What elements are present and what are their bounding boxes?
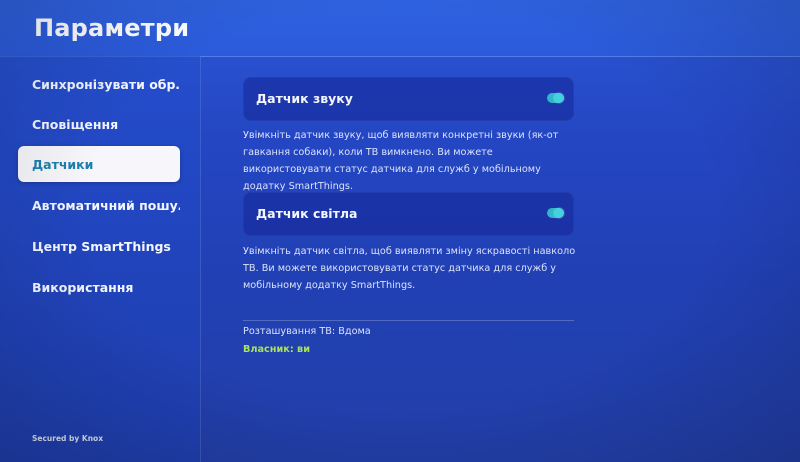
tv-location-text: Розташування ТВ: Вдома [243, 326, 371, 337]
knox-security-label: Secured by Knox [32, 434, 104, 443]
page-title: Параметри [34, 14, 190, 42]
sound-sensor-description: Увімкніть датчик звуку, щоб виявляти кон… [243, 130, 559, 192]
main-content: Датчик звуку Увімкніть датчик звуку, щоб… [200, 56, 800, 462]
light-sensor-toggle[interactable] [547, 208, 564, 218]
sidebar-item-auto-search[interactable]: Автоматичний пошу… [18, 187, 180, 223]
sound-sensor-label: Датчик звуку [256, 91, 353, 106]
section-divider [243, 320, 574, 321]
sidebar-item-sync[interactable]: Синхронізувати обр… [18, 66, 180, 102]
sound-sensor-setting[interactable]: Датчик звуку [243, 77, 574, 121]
sidebar-item-notifications[interactable]: Сповіщення [18, 106, 180, 142]
toggle-switch-on-icon [554, 93, 564, 103]
top-header: Параметри [0, 0, 800, 57]
owner-text: Власник: ви [243, 344, 310, 355]
sidebar-item-sensors[interactable]: Датчики [18, 146, 180, 182]
toggle-switch-on-icon [554, 208, 564, 218]
light-sensor-description: Увімкніть датчик світла, щоб виявляти зм… [243, 246, 576, 291]
light-sensor-setting[interactable]: Датчик світла [243, 192, 574, 236]
left-sidebar: Синхронізувати обр… Сповіщення Датчики А… [0, 56, 201, 462]
sidebar-item-usage[interactable]: Використання [18, 269, 180, 305]
sidebar-item-smartthings-hub[interactable]: Центр SmartThings [18, 228, 180, 264]
light-sensor-label: Датчик світла [256, 206, 358, 221]
sound-sensor-toggle[interactable] [547, 93, 564, 103]
